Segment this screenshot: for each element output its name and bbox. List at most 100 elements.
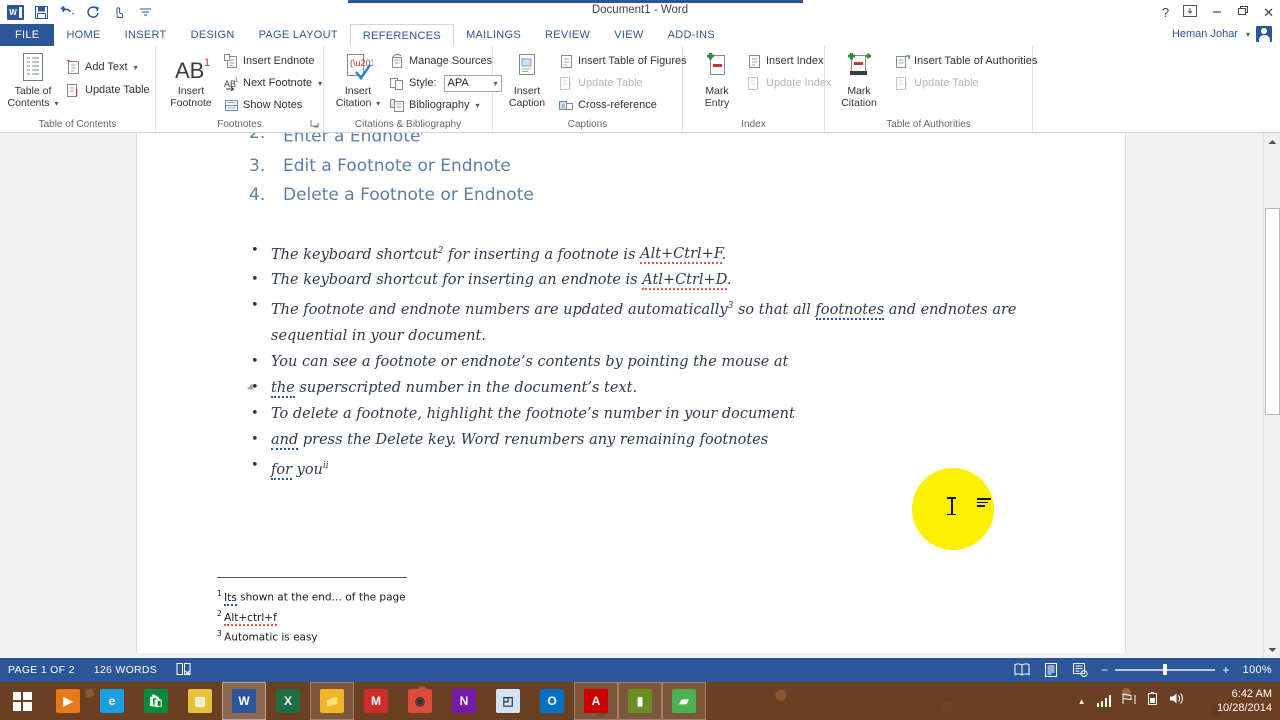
zoom-level[interactable]: 100% <box>1243 664 1272 676</box>
taskbar-internet-explorer[interactable]: e <box>90 682 134 720</box>
bulleted-list-item[interactable]: You can see a footnote or endnote’s cont… <box>249 349 1049 375</box>
tab-view[interactable]: VIEW <box>602 24 655 46</box>
insert-caption-button[interactable]: Insert Caption <box>496 51 558 109</box>
bulleted-list-item[interactable]: The keyboard shortcut2 for inserting a f… <box>249 238 1049 268</box>
network-icon[interactable] <box>1122 692 1136 710</box>
footnote-entry[interactable]: 2 Alt+ctrl+f <box>217 606 737 626</box>
taskbar-store[interactable]: 🛍 <box>134 682 178 720</box>
mark-entry-button[interactable]: Mark Entry <box>686 51 748 109</box>
taskbar-file-explorer[interactable]: 📁 <box>310 682 354 720</box>
zoom-slider[interactable]: − + <box>1101 663 1230 677</box>
footnote-reference-mark[interactable]: ii <box>323 461 329 471</box>
scroll-down-button[interactable] <box>1264 641 1280 658</box>
footnote-entry[interactable]: 3 Automatic is easy <box>217 626 737 646</box>
manage-sources-button[interactable]: Manage Sources <box>390 52 492 70</box>
scroll-up-button[interactable] <box>1264 133 1280 150</box>
tab-page-layout[interactable]: PAGE LAYOUT <box>247 24 350 46</box>
bulleted-list-item[interactable]: The keyboard shortcut for inserting an e… <box>249 267 1049 293</box>
bulleted-list-item[interactable]: The footnote and endnote numbers are upd… <box>249 293 1049 349</box>
document-body[interactable]: 2. Enter a Endnotei 3. Edit a Footnote or E… <box>246 133 1049 483</box>
insert-index-button[interactable]: Insert Index <box>747 52 823 70</box>
redo-icon[interactable] <box>85 4 102 21</box>
bulleted-list-item[interactable]: To delete a footnote, highlight the foot… <box>249 401 1049 427</box>
account-menu[interactable]: Heman Johar ▾ <box>1172 26 1272 42</box>
tab-file[interactable]: FILE <box>0 24 55 46</box>
restore-button[interactable] <box>1237 5 1249 19</box>
taskbar-media-player[interactable]: ▶ <box>46 682 90 720</box>
numbered-list-item[interactable]: 4. Delete a Footnote or Endnote <box>249 181 1049 210</box>
proofing-errors-icon[interactable] <box>176 662 191 679</box>
footnote-entry[interactable]: 1 Its shown at the end… of the page <box>217 586 737 606</box>
cross-reference-button[interactable]: Cross-reference <box>559 96 657 114</box>
taskbar-acrobat[interactable]: A <box>574 682 618 720</box>
signal-strength-icon[interactable] <box>1096 695 1111 707</box>
web-layout-button[interactable] <box>1072 662 1088 678</box>
tab-home[interactable]: HOME <box>54 24 112 46</box>
ribbon-display-options-button[interactable] <box>1183 5 1198 19</box>
taskbar-camtasia[interactable]: ▮ <box>618 682 662 720</box>
zoom-thumb[interactable] <box>1163 664 1168 676</box>
taskbar-mendeley[interactable]: M <box>354 682 398 720</box>
page-indicator[interactable]: PAGE 1 OF 2 <box>8 664 75 676</box>
taskbar-snagit[interactable]: ▰ <box>662 682 706 720</box>
close-button[interactable]: ✕ <box>1263 6 1274 19</box>
tab-references[interactable]: REFERENCES <box>349 24 455 46</box>
scrollbar-thumb[interactable] <box>1265 208 1280 415</box>
help-button[interactable]: ? <box>1162 6 1169 19</box>
start-button[interactable] <box>0 682 44 720</box>
add-text-button[interactable]: Add Text ▾ <box>66 58 138 76</box>
footnote-area[interactable]: 1 Its shown at the end… of the page 2 Alt… <box>217 586 737 646</box>
zoom-out-button[interactable]: − <box>1101 663 1108 677</box>
tab-insert[interactable]: INSERT <box>113 24 179 46</box>
numbered-list-item[interactable]: 3. Edit a Footnote or Endnote <box>249 152 1049 181</box>
print-layout-button[interactable] <box>1043 662 1059 678</box>
volume-icon[interactable] <box>1169 692 1184 710</box>
insert-footnote-button[interactable]: AB 1 Insert Footnote <box>160 51 222 109</box>
numbered-list-item[interactable]: 2. Enter a Endnotei <box>249 133 1049 152</box>
document-page[interactable]: 2. Enter a Endnotei 3. Edit a Footnote or E… <box>136 133 1126 653</box>
save-icon[interactable] <box>33 4 50 21</box>
taskbar-clock[interactable]: 6:42 AM 10/28/2014 <box>1217 682 1272 720</box>
update-table-authorities-button[interactable]: ! Update Table <box>895 74 979 92</box>
taskbar-reader[interactable]: ◰ <box>486 682 530 720</box>
next-footnote-button[interactable]: AB 1 Next Footnote ▾ <box>224 74 322 92</box>
ribbon-group-table-of-contents: Table of Contents ▾ Add Text ▾ ! Update … <box>0 46 156 132</box>
battery-icon[interactable] <box>1147 691 1158 711</box>
document-canvas[interactable]: 2. Enter a Endnotei 3. Edit a Footnote or E… <box>0 133 1280 658</box>
customize-quick-access-icon[interactable] <box>137 4 154 21</box>
insert-citation-button[interactable]: (\u2014) Insert Citation ▾ <box>327 51 389 110</box>
collapse-triangle-icon[interactable] <box>246 383 257 393</box>
zoom-in-button[interactable]: + <box>1222 663 1229 677</box>
tab-design[interactable]: DESIGN <box>179 24 247 46</box>
taskbar-chrome[interactable]: ◉ <box>398 682 442 720</box>
read-mode-button[interactable] <box>1014 662 1030 678</box>
taskbar-sticky-notes[interactable]: ▧ <box>178 682 222 720</box>
taskbar-excel[interactable]: X <box>266 682 310 720</box>
vertical-scrollbar[interactable] <box>1263 133 1280 658</box>
insert-table-of-figures-button[interactable]: Insert Table of Figures <box>559 52 687 70</box>
table-of-contents-button[interactable]: Table of Contents ▾ <box>2 51 64 110</box>
bibliography-button[interactable]: Bibliography ▾ <box>390 96 480 114</box>
update-table-toc-button[interactable]: ! Update Table <box>66 81 150 99</box>
undo-icon[interactable] <box>59 4 76 21</box>
touch-mouse-mode-icon[interactable] <box>111 4 128 21</box>
update-table-captions-button[interactable]: ! Update Table <box>559 74 643 92</box>
insert-table-of-authorities-button[interactable]: Insert Table of Authorities <box>895 52 1037 70</box>
update-index-button[interactable]: ! Update Index <box>747 74 831 92</box>
show-hidden-icons-icon[interactable]: ▲ <box>1078 697 1086 706</box>
tab-mailings[interactable]: MAILINGS <box>454 24 533 46</box>
endnote-reference-mark[interactable]: i <box>420 133 423 138</box>
bulleted-list-item[interactable]: the superscripted number in the document… <box>246 375 1049 401</box>
bulleted-list-item[interactable]: and press the Delete key. Word renumbers… <box>249 427 1049 453</box>
word-count[interactable]: 126 WORDS <box>94 664 157 676</box>
taskbar-onenote[interactable]: N <box>442 682 486 720</box>
minimize-button[interactable] <box>1211 5 1223 19</box>
mark-citation-button[interactable]: Mark Citation <box>828 51 890 109</box>
tab-add-ins[interactable]: ADD-INS <box>656 24 727 46</box>
insert-endnote-button[interactable]: Insert Endnote <box>224 52 315 70</box>
zoom-track[interactable] <box>1115 664 1216 676</box>
taskbar-word[interactable]: W <box>222 682 266 720</box>
show-notes-button[interactable]: Show Notes <box>224 96 302 114</box>
taskbar-outlook[interactable]: O <box>530 682 574 720</box>
tab-review[interactable]: REVIEW <box>533 24 602 46</box>
